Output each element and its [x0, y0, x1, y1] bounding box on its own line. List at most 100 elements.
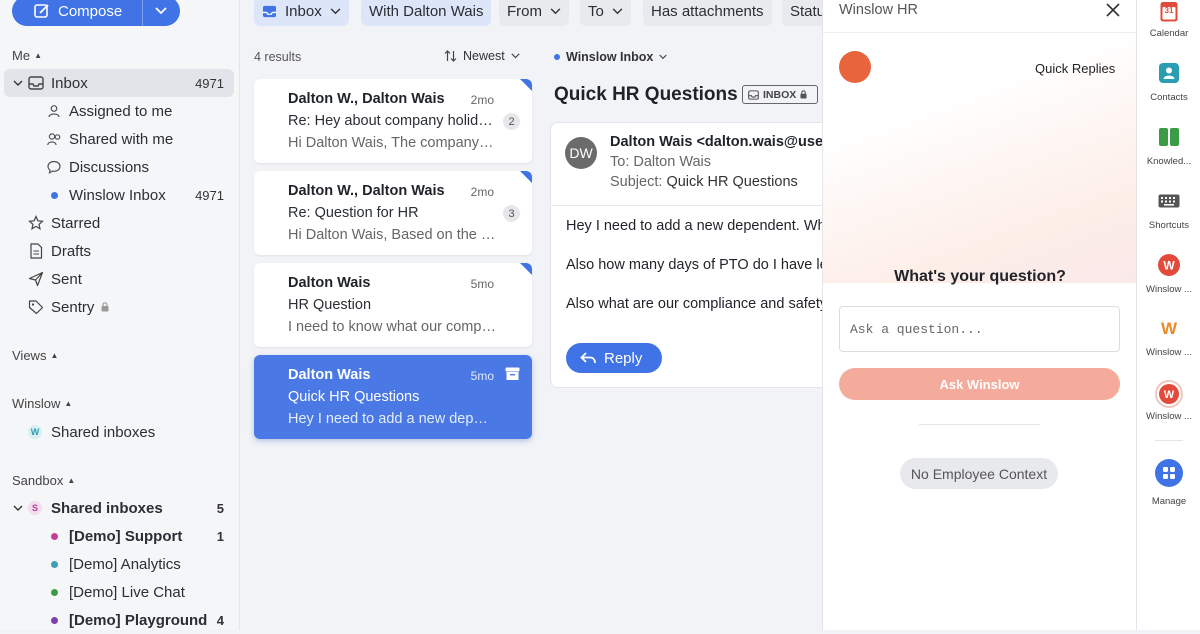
sidebar-item-label: Drafts [51, 242, 92, 260]
sort-dropdown[interactable]: Newest [444, 49, 520, 63]
unread-corner-marker [520, 171, 532, 183]
sort-label: Newest [463, 49, 505, 63]
sidebar: Compose Me ▲ Inbox 4971 Assigned to me Sh… [0, 0, 240, 630]
sort-arrows-icon [444, 50, 457, 62]
section-me[interactable]: Me ▲ [12, 48, 42, 63]
close-icon[interactable] [1105, 2, 1121, 18]
filter-with-contact[interactable]: With Dalton Wais [361, 0, 492, 26]
message-inbox-selector[interactable]: Winslow Inbox [554, 50, 668, 64]
subject-prefix: Subject: [610, 174, 663, 190]
sidebar-item-sent[interactable]: Sent [4, 265, 234, 293]
conversation-item-selected[interactable]: Dalton Wais 5mo Quick HR Questions Hey I… [254, 355, 532, 439]
sidebar-item-demo-live-chat[interactable]: [Demo] Live Chat [4, 578, 234, 606]
winslow-app-icon[interactable]: W [1157, 253, 1181, 277]
inbox-count: 4971 [195, 75, 224, 91]
conversation-item[interactable]: Dalton Wais 5mo HR Question I need to kn… [254, 263, 532, 347]
knowledge-book-icon[interactable] [1157, 125, 1181, 149]
conversation-snippet: Hi Dalton Wais, The company-wide holiday… [288, 135, 498, 151]
compose-button[interactable]: Compose [12, 0, 180, 26]
inbox-icon [748, 89, 759, 100]
winslow-w-logo-icon[interactable]: W [1157, 316, 1181, 340]
rail-label-winslow: Winslow ... [1146, 347, 1192, 358]
rail-divider [1155, 440, 1183, 441]
rail-label-contacts: Contacts [1150, 92, 1188, 103]
inbox-icon [262, 5, 277, 18]
winslow-hr-panel: Winslow HR Quick Replies What's your que… [822, 0, 1136, 630]
keyboard-shortcuts-icon[interactable] [1157, 189, 1181, 213]
chevron-down-icon[interactable] [10, 75, 26, 91]
filter-status[interactable]: Status [782, 0, 822, 26]
message-to: To: Dalton Wais [610, 154, 711, 170]
chevron-down-icon [659, 54, 668, 60]
sidebar-item-winslow-shared-inboxes[interactable]: W Shared inboxes [4, 418, 234, 446]
filter-with-label: With Dalton Wais [369, 2, 484, 20]
thread-count-badge: 2 [503, 113, 520, 130]
caret-up-icon: ▲ [34, 51, 42, 60]
section-winslow[interactable]: Winslow ▲ [12, 396, 72, 411]
conversation-subject: Re: Question for HR [288, 205, 419, 221]
inbox-tag[interactable]: INBOX [742, 85, 818, 104]
sidebar-item-shared-with-me[interactable]: Shared with me [4, 125, 234, 153]
caret-up-icon: ▲ [50, 351, 59, 360]
section-sandbox[interactable]: Sandbox ▲ [12, 473, 75, 488]
sidebar-item-discussions[interactable]: Discussions [4, 153, 234, 181]
filter-to[interactable]: To [580, 0, 631, 26]
thread-count-badge: 3 [503, 205, 520, 222]
sidebar-item-sandbox-shared-inboxes[interactable]: S Shared inboxes 5 [4, 494, 234, 522]
compose-main[interactable]: Compose [12, 3, 142, 20]
calendar-icon[interactable]: 31 [1157, 0, 1181, 24]
contacts-icon[interactable] [1157, 61, 1181, 85]
sidebar-item-demo-support[interactable]: [Demo] Support 1 [4, 522, 234, 550]
sidebar-item-demo-analytics[interactable]: [Demo] Analytics [4, 550, 234, 578]
conversation-snippet: Hi Dalton Wais, Based on the policy [288, 227, 498, 243]
ask-question-input[interactable] [839, 306, 1120, 352]
svg-text:W: W [1161, 319, 1178, 338]
ask-winslow-button[interactable]: Ask Winslow [839, 368, 1120, 400]
sidebar-item-winslow-inbox[interactable]: Winslow Inbox 4971 [4, 181, 234, 209]
divider [919, 424, 1040, 425]
sidebar-item-label: Shared inboxes [51, 499, 163, 517]
conversation-item[interactable]: Dalton W., Dalton Wais 2mo Re: Question … [254, 171, 532, 255]
teal-dot-icon [46, 556, 62, 572]
magenta-dot-icon [46, 528, 62, 544]
sidebar-item-inbox[interactable]: Inbox 4971 [4, 69, 234, 97]
sidebar-item-starred[interactable]: Starred [4, 209, 234, 237]
filter-status-label: Status [790, 2, 822, 20]
quick-replies-link[interactable]: Quick Replies [1035, 61, 1115, 76]
compose-options-chevron-icon[interactable] [143, 7, 179, 15]
lock-icon [100, 299, 110, 315]
rail-label-knowledge: Knowled... [1146, 156, 1192, 167]
archive-icon[interactable] [505, 367, 520, 381]
demo-playground-count: 4 [216, 612, 224, 628]
filter-from[interactable]: From [499, 0, 569, 26]
section-views[interactable]: Views ▲ [12, 348, 58, 363]
sidebar-item-label: Sent [51, 270, 82, 288]
avatar: DW [565, 137, 597, 169]
caret-up-icon: ▲ [64, 399, 73, 408]
filter-inbox[interactable]: Inbox [254, 0, 349, 26]
sidebar-item-sentry[interactable]: Sentry [4, 293, 234, 321]
filter-has-attachments[interactable]: Has attachments [643, 0, 772, 26]
sandbox-badge-icon: S [28, 501, 42, 515]
winslow-inbox-count: 4971 [195, 187, 224, 203]
manage-apps-icon[interactable] [1155, 459, 1183, 487]
message-body-line: Hey I need to add a new dependent. What … [566, 218, 822, 234]
chevron-down-icon [511, 53, 520, 59]
green-dot-icon [46, 584, 62, 600]
chevron-down-icon [612, 7, 623, 15]
chevron-down-icon [550, 7, 561, 15]
sidebar-item-label: Shared inboxes [51, 423, 156, 441]
chevron-down-icon [330, 7, 341, 15]
unread-corner-marker [520, 79, 532, 91]
winslow-badge-icon: W [28, 425, 42, 439]
winslow-active-app-icon[interactable]: W [1155, 380, 1183, 408]
message-from: Dalton Wais <dalton.wais@usewinslow.com> [610, 134, 822, 150]
sidebar-item-drafts[interactable]: Drafts [4, 237, 234, 265]
chevron-down-icon[interactable] [10, 500, 26, 516]
sidebar-item-label: [Demo] Playground [69, 611, 208, 629]
sidebar-item-label: Shared with me [69, 130, 174, 148]
reply-button[interactable]: Reply [566, 343, 662, 373]
conversation-item[interactable]: Dalton W., Dalton Wais 2mo Re: Hey about… [254, 79, 532, 163]
conversation-from: Dalton W., Dalton Wais [288, 183, 445, 199]
sidebar-item-assigned[interactable]: Assigned to me [4, 97, 234, 125]
